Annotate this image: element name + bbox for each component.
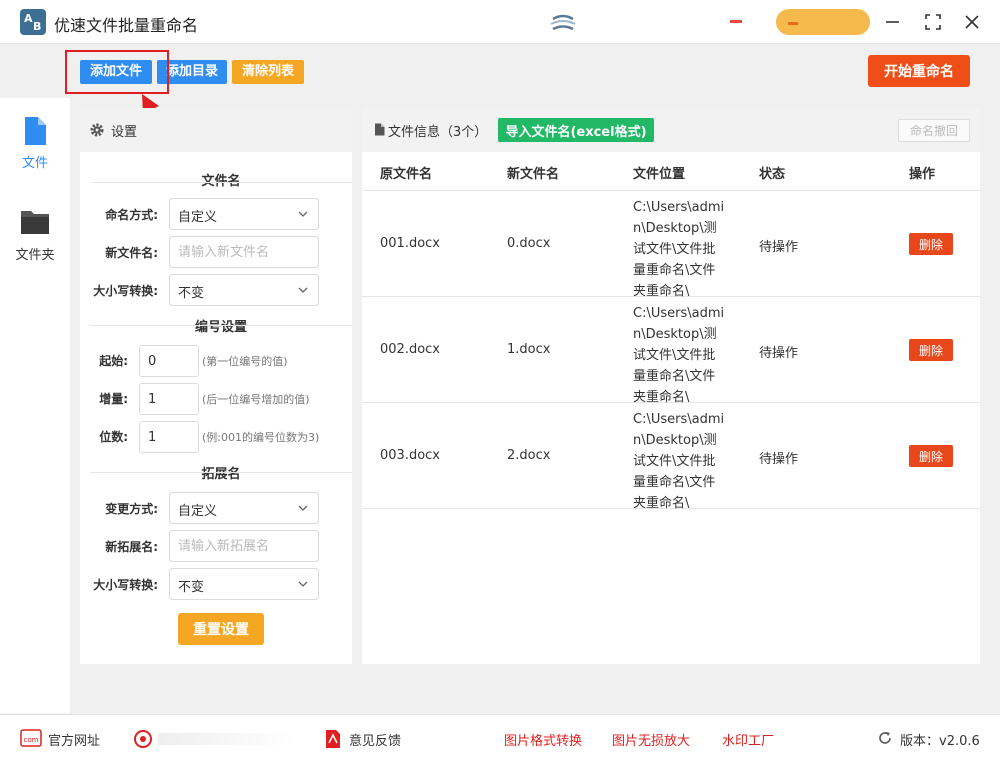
new-ext-label: 新拓展名: [105,540,158,554]
step-label: 增量: [99,392,128,406]
table-row: 003.docx 2.docx C:\Users\admin\Desktop\测… [362,403,980,511]
nav-item-files[interactable]: 文件 [0,114,70,184]
status-cell: 待操作 [759,240,799,255]
nav-item-folder[interactable]: 文件夹 [0,206,70,276]
file-info-panel: 文件信息（3个） 导入文件名(excel格式) 命名撤回 原文件名 新文件名 文… [362,108,980,664]
column-header-location: 文件位置 [633,167,686,182]
naming-mode-label: 命名方式: [105,208,158,222]
new-ext-input[interactable] [169,530,319,562]
settings-header: 设置 [80,108,352,152]
section-title-extension: 拓展名 [201,467,241,482]
naming-mode-value: 自定义 [178,210,218,225]
column-header-status: 状态 [759,167,786,182]
case-label: 大小写转换: [93,284,158,298]
undo-rename-button[interactable]: 命名撤回 [898,119,970,142]
original-name-cell: 001.docx [380,236,440,251]
contact-icon [134,730,152,748]
start-label: 起始: [99,354,128,368]
column-header-new: 新文件名 [507,167,560,182]
digits-hint: (例:001的编号位数为3) [202,431,320,444]
section-title-filename: 文件名 [201,174,241,189]
naming-mode-select[interactable]: 自定义 [169,198,319,230]
import-excel-button[interactable]: 导入文件名(excel格式) [498,118,654,142]
official-site-link[interactable]: 官方网址 [48,730,100,749]
location-cell: C:\Users\admin\Desktop\测试文件\文件批量重命名\文件夹重… [633,200,725,299]
gear-icon [90,123,104,137]
digits-label: 位数: [99,430,128,444]
nav-label-files: 文件 [21,156,48,171]
chevron-down-icon [298,505,308,511]
ext-mode-select[interactable]: 自定义 [169,492,319,524]
left-nav: 文件 文件夹 [0,98,70,713]
delete-row-button[interactable]: 删除 [909,339,953,361]
table-row: 001.docx 0.docx C:\Users\admin\Desktop\测… [362,191,980,299]
folder-icon [21,211,49,234]
feedback-icon [326,730,340,748]
step-hint: (后一位编号增加的值) [202,393,310,406]
ext-mode-value: 自定义 [178,504,218,519]
document-icon [375,123,385,136]
divider [90,472,352,473]
file-icon [25,117,46,145]
watermark-link[interactable]: 水印工厂 [722,730,774,749]
new-name-cell: 0.docx [507,236,551,251]
footer-bar: com 官方网址 意见反馈 图片格式转换 图片无损放大 水印工厂 版本：v2.0… [0,714,1000,760]
table-row: 002.docx 1.docx C:\Users\admin\Desktop\测… [362,297,980,405]
section-title-numbering: 编号设置 [194,320,247,335]
new-name-cell: 2.docx [507,448,551,463]
divider [90,325,352,326]
file-info-header: 文件信息（3个） 导入文件名(excel格式) 命名撤回 [362,108,980,152]
original-name-cell: 003.docx [380,448,440,463]
com-badge-text: com [24,736,39,744]
image-format-convert-link[interactable]: 图片格式转换 [504,730,582,749]
image-enlarge-link[interactable]: 图片无损放大 [612,730,690,749]
column-header-action: 操作 [909,167,936,182]
file-info-title: 文件信息（3个） [388,125,488,140]
reset-settings-button[interactable]: 重置设置 [178,613,264,645]
new-name-input[interactable] [169,236,319,268]
website-icon: com [20,729,42,747]
nav-label-folder: 文件夹 [15,248,55,263]
ext-case-select[interactable]: 不变 [169,568,319,600]
chevron-down-icon [298,581,308,587]
original-name-cell: 002.docx [380,342,440,357]
redacted-contact [158,733,296,745]
digits-input[interactable] [139,421,199,453]
delete-row-button[interactable]: 删除 [909,445,953,467]
new-name-label: 新文件名: [105,246,158,260]
start-hint: (第一位编号的值) [202,355,288,368]
divider [90,182,352,183]
version-label: 版本：v2.0.6 [900,734,980,749]
settings-panel: 设置 文件名 命名方式: 自定义 新文件名: 大小写转换: 不变 编号设置 起始… [80,108,352,664]
feedback-link[interactable]: 意见反馈 [349,730,401,749]
chevron-down-icon [298,287,308,293]
case-value: 不变 [178,286,205,301]
ext-case-value: 不变 [178,580,205,595]
chevron-down-icon [298,211,308,217]
start-number-input[interactable] [139,345,199,377]
ext-mode-label: 变更方式: [105,502,158,516]
new-name-cell: 1.docx [507,342,551,357]
location-cell: C:\Users\admin\Desktop\测试文件\文件批量重命名\文件夹重… [633,412,725,511]
status-cell: 待操作 [759,346,799,361]
settings-title: 设置 [111,125,138,140]
location-cell: C:\Users\admin\Desktop\测试文件\文件批量重命名\文件夹重… [633,306,725,405]
case-select[interactable]: 不变 [169,274,319,306]
step-input[interactable] [139,383,199,415]
status-cell: 待操作 [759,452,799,467]
delete-row-button[interactable]: 删除 [909,233,953,255]
column-header-original: 原文件名 [380,167,433,182]
ext-case-label: 大小写转换: [93,578,158,592]
refresh-icon [879,732,891,744]
